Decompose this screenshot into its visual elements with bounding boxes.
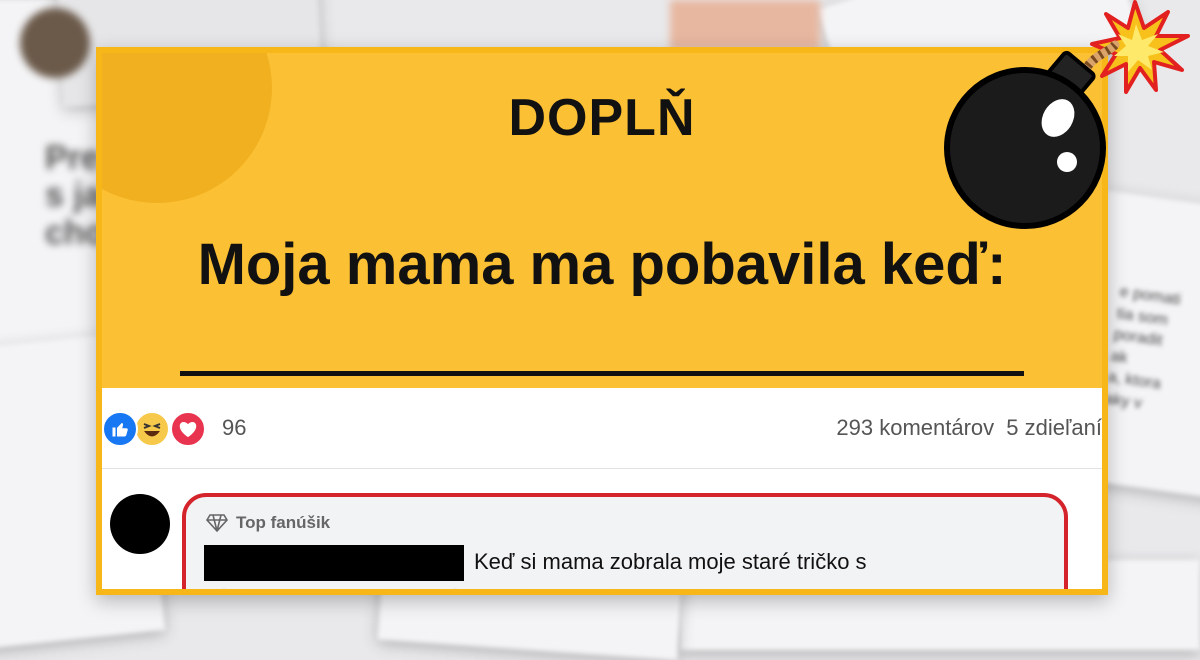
stats-right: 293 komentárov 5 zdieľaní <box>830 415 1102 441</box>
shares-count[interactable]: 5 zdieľaní <box>1006 415 1102 440</box>
comment-text-continued: nápisom "Porn Idol" (ktoré som dostala o… <box>204 587 858 589</box>
comment-area: Top fanúšik Keď si mama zobrala moje sta… <box>102 469 1102 589</box>
like-icon[interactable] <box>102 411 138 447</box>
bomb-icon <box>944 0 1190 229</box>
comments-count[interactable]: 293 komentárov <box>836 415 994 440</box>
love-icon[interactable] <box>170 411 206 447</box>
bg-photo-blur <box>670 0 820 50</box>
top-fan-badge: Top fanúšik <box>206 513 330 533</box>
commenter-avatar[interactable] <box>110 494 170 554</box>
post-stats-bar: 96 293 komentárov 5 zdieľaní <box>102 388 1102 469</box>
redacted-name <box>204 545 464 581</box>
fill-in-blank-line <box>180 371 1024 376</box>
diamond-icon <box>206 514 228 532</box>
reaction-count[interactable]: 96 <box>222 415 246 441</box>
bg-avatar-blur <box>20 8 90 78</box>
comment-text: Keď si mama zobrala moje staré tričko s <box>474 549 867 574</box>
post-headline: Moja mama ma pobavila keď: <box>197 232 1007 297</box>
haha-icon[interactable] <box>134 411 170 447</box>
badge-label: Top fanúšik <box>236 513 331 532</box>
highlighted-comment: Top fanúšik Keď si mama zobrala moje sta… <box>182 493 1068 589</box>
